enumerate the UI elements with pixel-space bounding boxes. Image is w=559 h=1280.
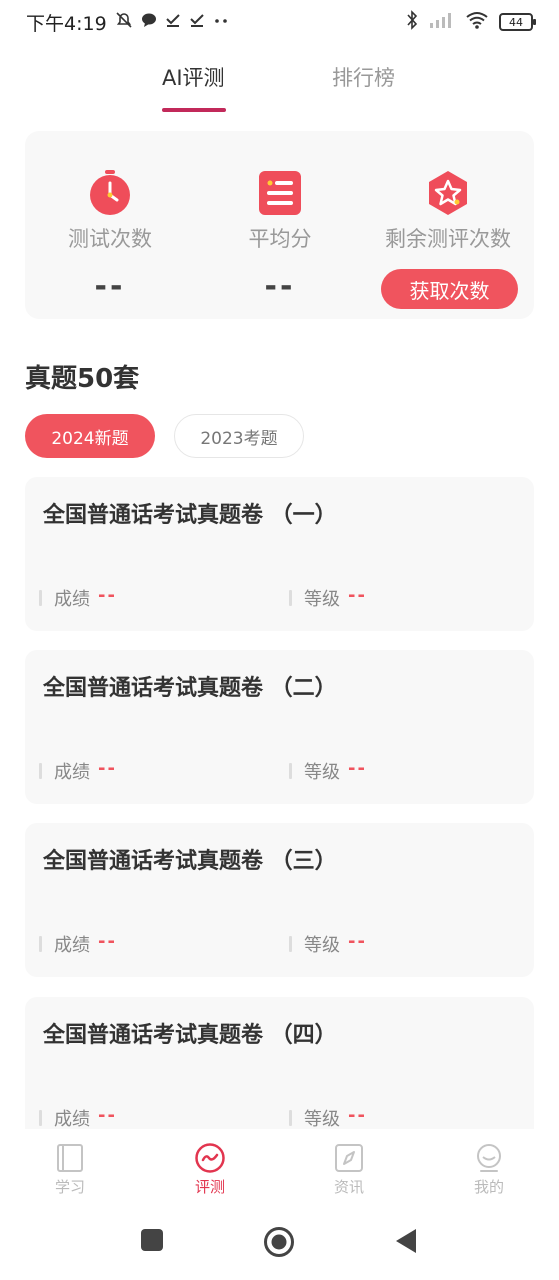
meta-divider [289,590,292,606]
exam-card[interactable]: 全国普通话考试真题卷 （二） 成绩 -- 等级 -- [25,650,534,804]
status-bar: 下午4:19 44 [0,0,559,44]
score-value: -- [98,1104,117,1126]
score-label: 成绩 [54,762,90,783]
book-icon [57,1144,83,1172]
status-time: 下午4:19 [26,12,107,35]
level-value: -- [348,930,367,952]
battery-icon: 44 [499,13,536,31]
mute-alarm-icon [115,11,133,34]
score-label: 成绩 [54,1109,90,1129]
bluetooth-icon [405,10,419,34]
bottom-nav: 学习 评测 资讯 我的 [0,1130,559,1210]
recents-square-icon[interactable] [140,1228,164,1252]
stat-average-score-value: -- [264,269,296,304]
stat-test-count-value: -- [94,269,126,304]
exam-card[interactable]: 全国普通话考试真题卷 （四） 成绩 -- 等级 -- [25,997,534,1129]
download-done-icon-2 [189,12,205,33]
exam-level: 等级 -- [289,931,367,957]
level-label: 等级 [304,935,340,956]
score-label: 成绩 [54,589,90,610]
exam-score: 成绩 -- [39,758,117,784]
stat-remaining: 剩余测评次数 [363,131,533,253]
filter-chip-2024[interactable]: 2024新题 [25,414,155,458]
signal-icon [429,11,455,33]
meta-divider [289,763,292,779]
level-label: 等级 [304,762,340,783]
nav-label-news: 资讯 [333,1178,364,1196]
meta-divider [39,590,42,606]
tab-ai-evaluation[interactable]: AI评测 [162,62,225,92]
score-label: 成绩 [54,935,90,956]
top-tabs: AI评测 排行榜 [0,56,559,116]
exam-list[interactable]: 全国普通话考试真题卷 （一） 成绩 -- 等级 -- 全国普通话考试真题卷 （二… [25,477,534,1129]
score-value: -- [98,930,117,952]
chat-bubble-icon [141,12,157,33]
nav-item-evaluation[interactable]: 评测 [170,1142,250,1197]
status-right: 44 [405,10,536,34]
compass-icon [335,1144,363,1172]
meta-divider [39,1110,42,1126]
home-circle-icon[interactable] [263,1226,295,1258]
score-value: -- [98,584,117,606]
exam-title: 全国普通话考试真题卷 （一） [43,503,337,528]
section-title: 真题50套 [25,364,140,394]
exam-title: 全国普通话考试真题卷 （四） [43,1023,337,1048]
back-triangle-icon[interactable] [394,1228,418,1254]
stat-average-score: 平均分 -- [195,131,365,304]
stopwatch-icon [90,170,130,215]
level-value: -- [348,584,367,606]
exam-card[interactable]: 全国普通话考试真题卷 （三） 成绩 -- 等级 -- [25,823,534,977]
eval-icon [195,1143,225,1173]
exam-level: 等级 -- [289,1105,367,1129]
exam-title: 全国普通话考试真题卷 （三） [43,849,337,874]
level-label: 等级 [304,1109,340,1129]
score-value: -- [98,757,117,779]
nav-label-study: 学习 [54,1178,85,1196]
more-dots-icon [213,12,231,33]
exam-score: 成绩 -- [39,1105,117,1129]
star-badge-icon [429,171,467,215]
exam-level: 等级 -- [289,585,367,611]
stat-average-score-label: 平均分 [248,227,312,251]
meta-divider [39,936,42,952]
nav-label-mine: 我的 [473,1178,504,1196]
nav-label-evaluation: 评测 [194,1178,225,1196]
active-tab-indicator [162,108,226,112]
stat-test-count: 测试次数 -- [25,131,195,304]
exam-card[interactable]: 全国普通话考试真题卷 （一） 成绩 -- 等级 -- [25,477,534,631]
level-value: -- [348,757,367,779]
status-left: 下午4:19 [26,9,231,36]
meta-divider [39,763,42,779]
wifi-icon [465,11,489,33]
nav-item-mine[interactable]: 我的 [449,1142,529,1197]
stat-remaining-label: 剩余测评次数 [385,227,511,251]
tab-leaderboard[interactable]: 排行榜 [332,62,395,92]
nav-item-news[interactable]: 资讯 [309,1142,389,1197]
level-value: -- [348,1104,367,1126]
meta-divider [289,1110,292,1126]
download-done-icon [165,12,181,33]
stats-card: 测试次数 -- 平均分 -- 剩余测评次数 获取次数 [25,131,534,319]
exam-score: 成绩 -- [39,585,117,611]
exam-level: 等级 -- [289,758,367,784]
meta-divider [289,936,292,952]
system-nav-bar [0,1210,559,1280]
level-label: 等级 [304,589,340,610]
filter-chip-2023[interactable]: 2023考题 [174,414,304,458]
nav-item-study[interactable]: 学习 [30,1142,110,1197]
exam-score: 成绩 -- [39,931,117,957]
profile-icon [477,1144,501,1172]
list-icon [259,171,301,215]
exam-title: 全国普通话考试真题卷 （二） [43,676,337,701]
stat-test-count-label: 测试次数 [68,227,152,251]
get-attempts-button[interactable]: 获取次数 [381,269,518,309]
